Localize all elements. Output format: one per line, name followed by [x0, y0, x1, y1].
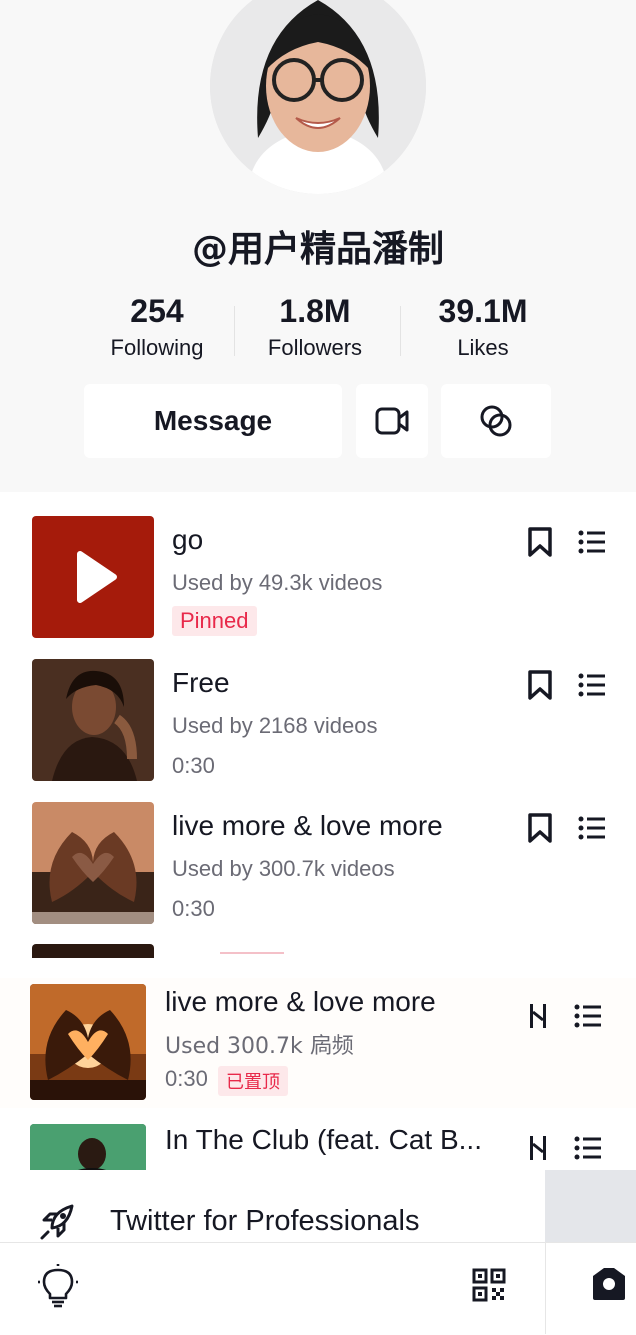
song-duration: 0:30	[172, 753, 215, 778]
video-camera-icon	[375, 407, 409, 435]
pro-banner-label[interactable]: Twitter for Professionals	[110, 1205, 419, 1238]
qr-code-icon[interactable]	[472, 1268, 506, 1302]
profile-header: @用户精品潘制 254 Following 1.8M Followers 39.…	[0, 0, 636, 492]
song-usage: Used by 300.7k videos	[172, 856, 395, 881]
stat-following[interactable]: 254 Following	[72, 292, 242, 364]
play-icon	[77, 551, 117, 603]
bookmark-icon[interactable]	[526, 812, 554, 844]
song-thumbnail[interactable]	[32, 659, 154, 781]
playlist-icon[interactable]	[578, 673, 606, 697]
song-title: live more & love more	[172, 810, 443, 841]
avatar[interactable]	[210, 0, 426, 194]
rocket-icon	[40, 1204, 74, 1240]
partial-thumbnail	[32, 944, 154, 958]
linked-circles-icon	[480, 405, 512, 437]
side-panel	[545, 1170, 636, 1242]
list-item[interactable]: Free Used by 2168 videos 0:30	[0, 653, 636, 783]
song-title: In The Club (feat. Cat B...	[165, 1124, 482, 1155]
club-image	[30, 1124, 146, 1170]
following-count: 254	[130, 293, 184, 329]
likes-count: 39.1M	[438, 293, 528, 329]
stat-likes[interactable]: 39.1M Likes	[398, 292, 568, 364]
following-label: Following	[110, 335, 204, 360]
pinned-badge: Pinned	[172, 606, 257, 636]
song-thumbnail[interactable]	[30, 984, 146, 1100]
song-thumbnail[interactable]	[30, 1124, 146, 1170]
message-button[interactable]: Message	[84, 384, 342, 458]
camera-icon[interactable]	[590, 1266, 628, 1302]
followers-count: 1.8M	[279, 293, 351, 329]
song-usage: Used 300.7k 扄频	[165, 1034, 354, 1059]
song-title: Free	[172, 667, 230, 698]
followers-label: Followers	[267, 335, 363, 360]
song-title: live more & love more	[165, 986, 436, 1017]
toolbar-divider	[545, 1242, 546, 1334]
song-usage: Used by 49.3k videos	[172, 570, 383, 595]
partial-divider	[220, 952, 284, 954]
list-item[interactable]: In The Club (feat. Cat B...	[0, 1118, 636, 1170]
song-title: go	[172, 524, 204, 555]
pinned-badge: 已置顶	[218, 1066, 288, 1096]
list-item[interactable]: go Used by 49.3k videos Pinned	[0, 510, 636, 640]
bookmark-icon[interactable]	[526, 526, 554, 558]
lightbulb-icon[interactable]	[38, 1264, 78, 1308]
friends-link-button[interactable]	[441, 384, 551, 458]
playlist-icon[interactable]	[578, 530, 606, 554]
split-icon[interactable]	[528, 1134, 548, 1162]
playlist-icon[interactable]	[574, 1136, 602, 1160]
username: @用户精品潘制	[191, 229, 444, 270]
playlist-icon[interactable]	[578, 816, 606, 840]
song-duration: 0:30	[172, 896, 215, 921]
video-call-button[interactable]	[356, 384, 428, 458]
list-item[interactable]: live more & love more Used by 300.7k vid…	[0, 796, 636, 926]
heart-hands-sunset-image	[30, 984, 146, 1100]
likes-label: Likes	[457, 335, 509, 360]
split-icon[interactable]	[528, 1002, 548, 1030]
song-thumbnail[interactable]	[32, 802, 154, 924]
song-thumbnail[interactable]	[32, 516, 154, 638]
song-usage: Used by 2168 videos	[172, 713, 378, 738]
song-duration: 0:30	[165, 1066, 208, 1091]
list-item[interactable]: live more & love more Used 300.7k 扄频 0:3…	[0, 978, 636, 1108]
heart-hands-image	[32, 802, 154, 924]
bottom-toolbar	[0, 1242, 636, 1335]
bookmark-icon[interactable]	[526, 669, 554, 701]
stat-followers[interactable]: 1.8M Followers	[230, 292, 400, 364]
playlist-icon[interactable]	[574, 1004, 602, 1028]
portrait-image	[32, 659, 154, 781]
